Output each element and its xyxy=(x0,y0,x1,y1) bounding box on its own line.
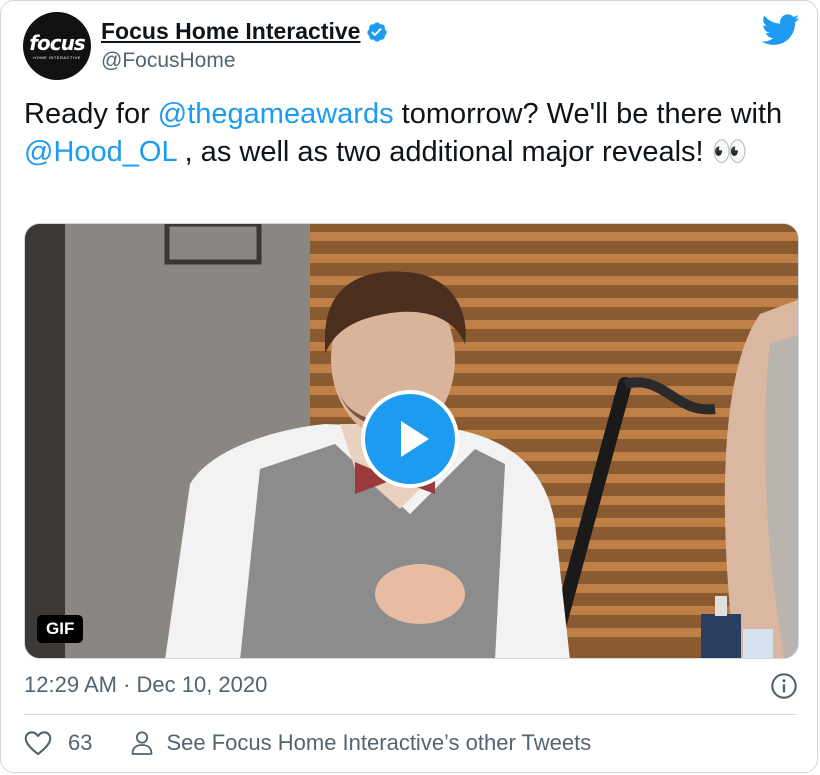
mention-hood-ol[interactable]: @Hood_OL xyxy=(24,136,177,168)
avatar-logo-subtext: HOME INTERACTIVE xyxy=(33,55,81,60)
divider xyxy=(24,714,796,715)
tweet-text-part: tomorrow? We'll be there with xyxy=(393,98,783,130)
tweet-timestamp[interactable]: 12:29 AM · Dec 10, 2020 xyxy=(24,672,267,698)
avatar-logo-text: focus xyxy=(29,31,85,55)
author-display-name[interactable]: Focus Home Interactive xyxy=(101,18,360,45)
play-icon xyxy=(401,421,429,457)
avatar[interactable]: focus HOME INTERACTIVE xyxy=(23,12,91,80)
gif-badge: GIF xyxy=(37,615,84,643)
gif-media[interactable]: GIF xyxy=(24,223,799,659)
tweet-text-part: , as well as two additional major reveal… xyxy=(176,136,712,168)
heart-icon xyxy=(24,731,52,756)
like-button[interactable]: 63 xyxy=(24,730,92,756)
tweet-text: Ready for @thegameawards tomorrow? We'll… xyxy=(24,95,804,171)
author-handle[interactable]: @FocusHome xyxy=(101,49,236,73)
play-button[interactable] xyxy=(361,390,459,488)
tweet-text-part: Ready for xyxy=(24,98,158,130)
see-other-tweets-label: See Focus Home Interactive’s other Tweet… xyxy=(166,730,592,755)
info-icon[interactable] xyxy=(770,672,798,700)
tweet-actions: 63 See Focus Home Interactive’s other Tw… xyxy=(24,730,591,756)
twitter-bird-icon[interactable] xyxy=(762,14,800,46)
like-count: 63 xyxy=(68,730,93,755)
tweet-card: focus HOME INTERACTIVE Focus Home Intera… xyxy=(0,0,818,773)
person-icon xyxy=(132,731,153,755)
eyes-emoji: 👀 xyxy=(711,136,748,168)
author-name-row: Focus Home Interactive xyxy=(101,18,388,45)
verified-badge-icon xyxy=(367,21,388,42)
mention-thegameawards[interactable]: @thegameawards xyxy=(158,98,394,130)
see-other-tweets-link[interactable]: See Focus Home Interactive’s other Tweet… xyxy=(130,730,591,756)
